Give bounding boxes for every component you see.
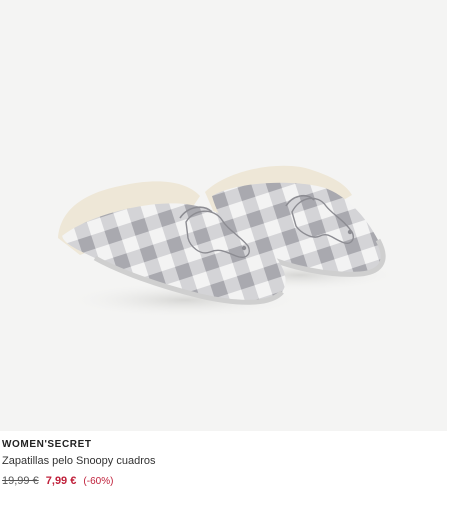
brand-name: WOMEN'SECRET xyxy=(2,439,92,450)
product-info: WOMEN'SECRET Zapatillas pelo Snoopy cuad… xyxy=(2,438,442,489)
old-price: 19,99 € xyxy=(2,475,39,487)
product-card[interactable]: WOMEN'SECRET Zapatillas pelo Snoopy cuad… xyxy=(0,0,461,518)
sale-price: 7,99 € xyxy=(45,475,77,487)
product-image[interactable] xyxy=(0,0,447,431)
price-row: 19,99 € 7,99 € (-60%) xyxy=(2,474,442,489)
product-title[interactable]: Zapatillas pelo Snoopy cuadros xyxy=(2,454,442,469)
discount-badge: (-60%) xyxy=(83,476,114,487)
